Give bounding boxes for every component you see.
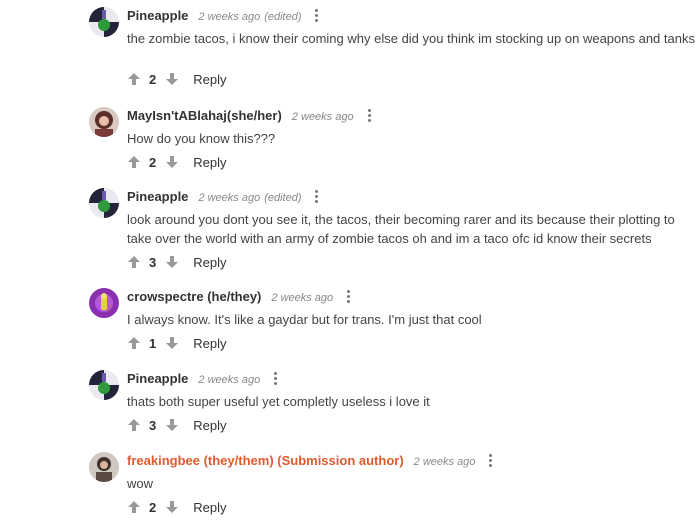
timestamp[interactable]: 2 weeks ago [271, 292, 333, 304]
downvote-icon[interactable] [165, 255, 179, 269]
pineapple-avatar-icon [89, 7, 119, 37]
comment-header: freakingbee (they/them) (Submission auth… [127, 452, 497, 468]
reply-button[interactable]: Reply [193, 418, 226, 433]
comment-actions: 2 Reply [127, 499, 226, 515]
reply-button[interactable]: Reply [193, 336, 226, 351]
upvote-icon[interactable] [127, 72, 141, 86]
comment-actions: 3 Reply [127, 254, 226, 270]
comment-header: Pineapple 2 weeks ago (edited) [127, 7, 323, 23]
author-name[interactable]: Pineapple [127, 371, 188, 386]
vote-score: 3 [149, 254, 157, 270]
comment-text: How do you know this??? [127, 131, 276, 146]
reply-button[interactable]: Reply [193, 155, 226, 170]
downvote-icon[interactable] [165, 155, 179, 169]
author-name[interactable]: crowspectre (he/they) [127, 289, 261, 304]
reply-button[interactable]: Reply [193, 500, 226, 515]
upvote-icon[interactable] [127, 336, 141, 350]
avatar[interactable] [89, 370, 119, 400]
upvote-icon[interactable] [127, 155, 141, 169]
comment-header: MayIsn'tABlahaj(she/her) 2 weeks ago [127, 107, 376, 123]
upvote-icon[interactable] [127, 418, 141, 432]
vote-score: 2 [149, 154, 157, 170]
downvote-icon[interactable] [165, 500, 179, 514]
comment: Pineapple 2 weeks ago (edited) look arou… [89, 188, 700, 273]
comment-header: Pineapple 2 weeks ago (edited) [127, 188, 323, 204]
pineapple-avatar-icon [89, 188, 119, 218]
comment-actions: 3 Reply [127, 417, 226, 433]
avatar[interactable] [89, 452, 119, 482]
comment-header: crowspectre (he/they) 2 weeks ago [127, 288, 355, 304]
comment: Pineapple 2 weeks ago thats both super u… [89, 370, 700, 435]
maytabaj-avatar-icon [89, 107, 119, 137]
reply-button[interactable]: Reply [193, 72, 226, 87]
pineapple-avatar-icon [89, 370, 119, 400]
comment-actions: 1 Reply [127, 335, 226, 351]
timestamp[interactable]: 2 weeks ago [414, 456, 476, 468]
author-name[interactable]: MayIsn'tABlahaj(she/her) [127, 108, 282, 123]
comment: MayIsn'tABlahaj(she/her) 2 weeks ago How… [89, 107, 700, 172]
upvote-icon[interactable] [127, 255, 141, 269]
avatar[interactable] [89, 7, 119, 37]
vote-score: 2 [149, 499, 157, 515]
more-options-icon[interactable] [270, 372, 282, 385]
avatar[interactable] [89, 288, 119, 318]
author-name[interactable]: freakingbee (they/them) (Submission auth… [127, 453, 404, 468]
more-options-icon[interactable] [311, 9, 323, 22]
comment: Pineapple 2 weeks ago (edited) the zombi… [89, 7, 700, 92]
author-name[interactable]: Pineapple [127, 189, 188, 204]
comment-text-line-1: look around you dont you see it, the tac… [127, 212, 675, 227]
vote-score: 3 [149, 417, 157, 433]
avatar[interactable] [89, 107, 119, 137]
timestamp[interactable]: 2 weeks ago [292, 111, 354, 123]
vote-score: 2 [149, 71, 157, 87]
more-options-icon[interactable] [485, 454, 497, 467]
edited-label: (edited) [264, 192, 302, 204]
comment: crowspectre (he/they) 2 weeks ago I alwa… [89, 288, 700, 353]
timestamp[interactable]: 2 weeks ago [198, 11, 260, 23]
reply-button[interactable]: Reply [193, 255, 226, 270]
more-options-icon[interactable] [364, 109, 376, 122]
more-options-icon[interactable] [311, 190, 323, 203]
downvote-icon[interactable] [165, 336, 179, 350]
upvote-icon[interactable] [127, 500, 141, 514]
author-name[interactable]: Pineapple [127, 8, 188, 23]
comment-header: Pineapple 2 weeks ago [127, 370, 282, 386]
comment-text: the zombie tacos, i know their coming wh… [127, 31, 695, 46]
crowspectre-avatar-icon [89, 288, 119, 318]
timestamp[interactable]: 2 weeks ago [198, 192, 260, 204]
comment-actions: 2 Reply [127, 154, 226, 170]
comment-text: thats both super useful yet completly us… [127, 394, 430, 409]
timestamp[interactable]: 2 weeks ago [198, 374, 260, 386]
comment: freakingbee (they/them) (Submission auth… [89, 452, 700, 522]
comment-text-line-2: take over the world with an army of zomb… [127, 231, 652, 246]
more-options-icon[interactable] [343, 290, 355, 303]
vote-score: 1 [149, 335, 157, 351]
comment-text: wow [127, 476, 154, 491]
comment-text: I always know. It's like a gaydar but fo… [127, 312, 482, 327]
downvote-icon[interactable] [165, 418, 179, 432]
edited-label: (edited) [264, 11, 302, 23]
avatar[interactable] [89, 188, 119, 218]
downvote-icon[interactable] [165, 72, 179, 86]
freakingbee-avatar-icon [89, 452, 119, 482]
comment-actions: 2 Reply [127, 71, 226, 87]
